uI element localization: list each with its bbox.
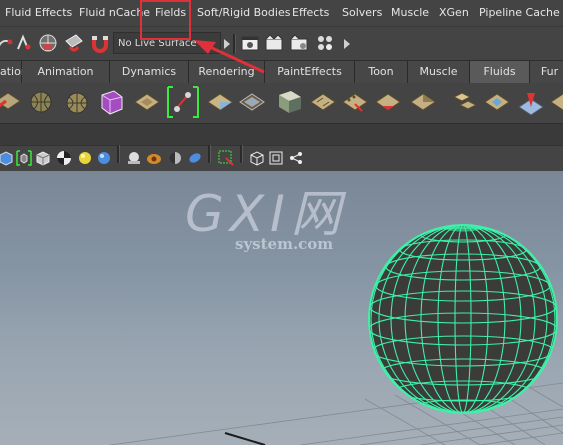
fluid-field-icon[interactable] xyxy=(308,87,338,117)
menu-soft-rigid-bodies[interactable]: Soft/Rigid Bodies xyxy=(197,0,290,26)
magnet-icon[interactable] xyxy=(90,33,110,53)
tab-animation[interactable]: Animation xyxy=(22,61,110,83)
sphere-icon[interactable] xyxy=(96,150,112,166)
watermark-brand: GXI网 xyxy=(185,185,347,243)
render-settings-icon[interactable] xyxy=(289,33,309,53)
status-line: No Live Surface xyxy=(0,26,563,61)
isolate-select-icon[interactable] xyxy=(218,150,234,166)
light-icon[interactable] xyxy=(77,150,93,166)
emit-fluid-icon[interactable] xyxy=(166,85,200,119)
snap-point-icon[interactable] xyxy=(14,33,34,53)
perspective-viewport[interactable]: GXI网 system.com xyxy=(0,171,563,445)
snap-view-icon[interactable] xyxy=(38,33,58,53)
menu-muscle[interactable]: Muscle xyxy=(391,0,429,26)
watermark: GXI网 system.com xyxy=(185,185,347,253)
fluid-texture-icon[interactable] xyxy=(340,87,370,117)
camera-icon[interactable] xyxy=(146,150,162,166)
tab-fluids[interactable]: Fluids xyxy=(470,61,530,83)
ocean-icon[interactable] xyxy=(62,87,92,117)
lights-icon[interactable] xyxy=(167,150,183,166)
share-icon[interactable] xyxy=(288,150,304,166)
viewport-toolbar-separator xyxy=(117,145,120,163)
tab-muscle[interactable]: Muscle xyxy=(408,61,470,83)
chevron-right-icon[interactable] xyxy=(344,39,350,49)
menu-fluid-effects[interactable]: Fluid Effects xyxy=(5,0,72,26)
fluid-cache-icon[interactable] xyxy=(408,87,438,117)
viewport-toolbar-separator-2 xyxy=(208,145,211,163)
fluid-gradient-icon[interactable] xyxy=(373,87,403,117)
wireframe-on-shaded-icon[interactable] xyxy=(16,150,32,166)
annotation-arrow xyxy=(194,40,265,74)
fluids-shelf xyxy=(0,83,563,123)
fluid-3d-icon[interactable] xyxy=(26,87,56,117)
menu-effects[interactable]: Effects xyxy=(292,0,329,26)
grid-icon[interactable] xyxy=(268,150,284,166)
tab-toon[interactable]: Toon xyxy=(355,61,408,83)
shadows-icon[interactable] xyxy=(187,150,203,166)
viewport-toolbar-separator-3 xyxy=(240,145,243,163)
fluid-2d-icon[interactable] xyxy=(237,87,267,117)
pond-icon[interactable] xyxy=(132,87,162,117)
checker-icon[interactable] xyxy=(56,150,72,166)
shelf-tab-bar: ation Animation Dynamics Rendering Paint… xyxy=(0,60,563,84)
menu-bar: Fluid Effects Fluid nCache Fields Soft/R… xyxy=(0,0,563,26)
menu-xgen[interactable]: XGen xyxy=(439,0,469,26)
menu-solvers[interactable]: Solvers xyxy=(342,0,382,26)
fluid-container-icon[interactable] xyxy=(0,87,22,117)
hypershade-icon[interactable] xyxy=(316,33,336,53)
cube-xray-icon[interactable] xyxy=(35,150,51,166)
tab-animation-partial[interactable]: ation xyxy=(0,61,28,83)
xray-icon[interactable] xyxy=(249,150,265,166)
viewport-toolbar xyxy=(0,145,563,173)
fluid-box-icon[interactable] xyxy=(96,87,126,117)
fluid-flame-icon[interactable] xyxy=(516,87,546,117)
panel-divider-strip xyxy=(0,123,563,146)
cube-shaded-icon[interactable] xyxy=(0,150,14,166)
make-live-icon[interactable] xyxy=(64,33,84,53)
fluid-plane-icon[interactable] xyxy=(205,87,235,117)
smooth-icon[interactable] xyxy=(126,150,142,166)
fluid-nucleus-icon[interactable] xyxy=(482,87,512,117)
menu-pipeline-cache[interactable]: Pipeline Cache xyxy=(479,0,560,26)
fluid-solid-icon[interactable] xyxy=(275,87,305,117)
watermark-sub: system.com xyxy=(235,235,334,253)
tab-fur[interactable]: Fur xyxy=(530,61,563,83)
shelf-more-icon[interactable] xyxy=(548,87,563,117)
grid-axis-line xyxy=(224,432,266,445)
fluid-emitter-icon[interactable] xyxy=(448,87,478,117)
